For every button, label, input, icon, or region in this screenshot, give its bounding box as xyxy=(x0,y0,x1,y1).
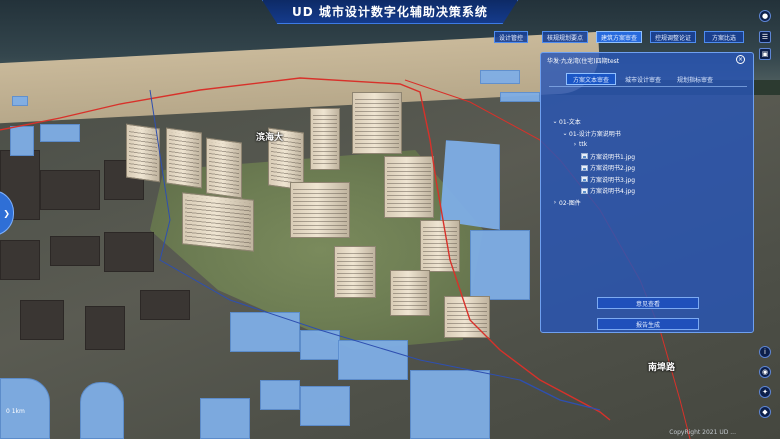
user-icon[interactable]: ● xyxy=(759,10,771,22)
tree-label: ttk xyxy=(579,141,588,149)
building xyxy=(12,96,28,106)
residential-tower xyxy=(290,182,350,238)
generate-report-button[interactable]: 报告生成 xyxy=(597,318,699,330)
building xyxy=(338,340,408,380)
panel-tabs: 方案文本审查 城市设计审查 规划指标审查 xyxy=(566,73,720,85)
tree-folder-ttk[interactable]: › ttk xyxy=(551,139,747,151)
building xyxy=(440,140,500,230)
residential-tower xyxy=(310,108,340,170)
residential-tower xyxy=(352,92,402,154)
building xyxy=(20,300,64,340)
building xyxy=(470,230,530,300)
tree-label: 02-图件 xyxy=(559,199,581,207)
nav-regulation-adjust[interactable]: 控规调整论证 xyxy=(650,31,696,43)
image-file-icon xyxy=(581,153,588,160)
nav-building-review[interactable]: 建筑方案审查 xyxy=(596,31,642,43)
residential-tower xyxy=(206,137,242,199)
building xyxy=(85,306,125,350)
file-tree: ⌄ 01-文本 ⌄ 01-设计方案说明书 › ttk 方案说明书1.jpg 方案… xyxy=(551,116,747,208)
residential-tower xyxy=(126,123,160,183)
building xyxy=(40,170,100,210)
map-scale: 0 1km xyxy=(6,408,25,415)
residential-tower xyxy=(334,246,376,298)
building xyxy=(140,290,190,320)
app-title-bar: UD 城市设计数字化辅助决策系统 xyxy=(262,0,518,24)
list-icon[interactable]: ☰ xyxy=(759,31,771,43)
image-file-icon xyxy=(581,164,588,171)
tree-file[interactable]: 方案说明书2.jpg xyxy=(551,162,747,174)
building xyxy=(500,92,540,102)
tree-folder-text[interactable]: ⌄ 01-文本 xyxy=(551,116,747,128)
building xyxy=(480,70,520,84)
tree-file[interactable]: 方案说明书4.jpg xyxy=(551,185,747,197)
residential-tower xyxy=(384,156,434,218)
chevron-right-icon: › xyxy=(553,198,557,206)
building xyxy=(300,330,340,360)
tree-label: 方案说明书2.jpg xyxy=(590,165,636,173)
chevron-right-icon: › xyxy=(573,141,577,149)
tree-label: 方案说明书4.jpg xyxy=(590,188,636,196)
panel-title: 华发·九龙湾(住宅)四期test xyxy=(547,57,620,65)
panel-header: 华发·九龙湾(住宅)四期test × xyxy=(541,53,753,67)
building xyxy=(80,382,124,439)
map-label-area: 滨海大 xyxy=(256,133,284,143)
building xyxy=(260,380,300,410)
tree-label: 方案说明书3.jpg xyxy=(590,176,636,184)
tab-indicator-review[interactable]: 规划指标审查 xyxy=(670,73,720,85)
chevron-down-icon: ⌄ xyxy=(552,118,558,126)
building xyxy=(104,232,154,272)
chevron-right-icon: ❯ xyxy=(3,208,10,218)
view-opinion-button[interactable]: 意见查看 xyxy=(597,297,699,309)
building xyxy=(50,236,100,266)
tree-file[interactable]: 方案说明书1.jpg xyxy=(551,151,747,163)
building xyxy=(230,312,300,352)
building xyxy=(10,126,34,156)
tree-label: 01-设计方案说明书 xyxy=(569,130,621,138)
compass-icon[interactable]: ✦ xyxy=(759,386,771,398)
review-panel: 华发·九龙湾(住宅)四期test × 方案文本审查 城市设计审查 规划指标审查 … xyxy=(540,52,754,333)
tree-file[interactable]: 方案说明书3.jpg xyxy=(551,174,747,186)
tab-text-review[interactable]: 方案文本审查 xyxy=(566,73,617,85)
map-label-road: 南埠路 xyxy=(648,363,676,373)
residential-tower xyxy=(166,127,202,189)
map-copyright: CopyRight 2021 UD ... xyxy=(669,429,736,436)
tree-label: 01-文本 xyxy=(559,119,581,127)
tree-folder-design-spec[interactable]: ⌄ 01-设计方案说明书 xyxy=(551,128,747,140)
info-icon[interactable]: i xyxy=(759,346,771,358)
nav-planning-points[interactable]: 核规规划要点 xyxy=(542,31,588,43)
residential-tower xyxy=(182,192,254,252)
building xyxy=(410,370,490,439)
nav-design-control[interactable]: 设计管控 xyxy=(494,31,528,43)
tab-urban-design-review[interactable]: 城市设计审查 xyxy=(618,73,668,85)
building xyxy=(200,398,250,439)
close-icon[interactable]: × xyxy=(736,55,745,64)
layers-icon[interactable]: ▣ xyxy=(759,48,771,60)
image-file-icon xyxy=(581,176,588,183)
image-file-icon xyxy=(581,187,588,194)
residential-tower xyxy=(444,296,490,338)
camera-icon[interactable]: ◉ xyxy=(759,366,771,378)
tree-folder-drawings[interactable]: › 02-图件 xyxy=(551,197,747,209)
chevron-down-icon: ⌄ xyxy=(562,129,568,137)
residential-tower xyxy=(390,270,430,316)
app-title: UD 城市设计数字化辅助决策系统 xyxy=(292,5,488,19)
nav-scheme-compare[interactable]: 方案比选 xyxy=(704,31,744,43)
residential-tower xyxy=(420,220,460,272)
tabs-divider xyxy=(549,86,747,87)
building xyxy=(40,124,80,142)
tree-label: 方案说明书1.jpg xyxy=(590,153,636,161)
building xyxy=(300,386,350,426)
building xyxy=(0,240,40,280)
locate-icon[interactable]: ◆ xyxy=(759,406,771,418)
